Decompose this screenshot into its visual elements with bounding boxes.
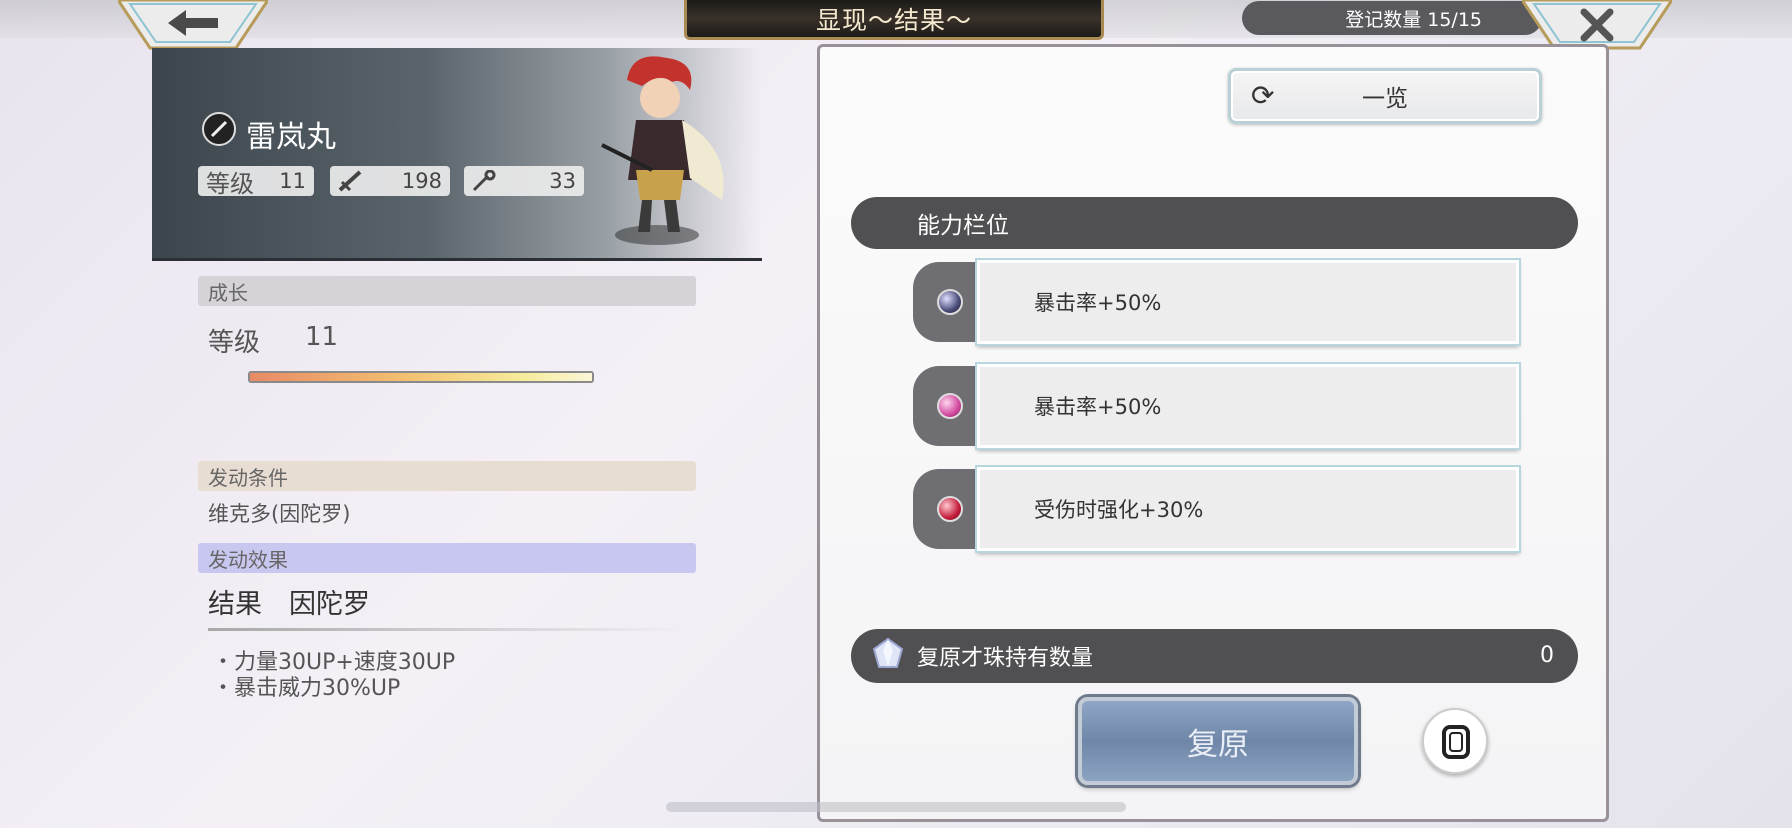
character-sprite (601, 56, 724, 245)
ability-slot-3[interactable]: 受伤时强化+30% (977, 467, 1519, 551)
ability-slot-tab-1[interactable] (913, 262, 983, 342)
katana-icon (202, 112, 236, 146)
ability-slot-1-text: 暴击率+50% (1034, 291, 1162, 315)
restore-gem-label: 复原才珠持有数量 (917, 646, 1094, 671)
arrow-left-icon (168, 10, 218, 36)
orb-icon (937, 496, 963, 522)
character-name: 雷岚丸 (246, 120, 336, 155)
growth-section-header: 成长 (198, 276, 696, 306)
home-indicator (666, 802, 1126, 812)
ability-slot-tab-3[interactable] (913, 469, 983, 549)
sword-icon (338, 170, 362, 192)
magic-stat: 33 (464, 166, 584, 196)
list-button-label: 一览 (1362, 86, 1408, 112)
restore-button-label: 复原 (1187, 726, 1249, 763)
ability-slot-tab-2[interactable] (913, 366, 983, 446)
growth-level-label: 等级 (208, 328, 261, 358)
level-progress-fill (250, 373, 592, 381)
ability-slot-2[interactable]: 暴击率+50% (977, 364, 1519, 448)
orb-icon (937, 289, 963, 315)
crystal-gem-icon (872, 637, 904, 668)
restore-button[interactable]: 复原 (1078, 697, 1358, 785)
back-button[interactable] (116, 0, 270, 50)
staff-icon (472, 170, 496, 192)
list-button[interactable]: ⟳ 一览 (1228, 68, 1542, 124)
restore-gem-bar: 复原才珠持有数量 0 (851, 629, 1578, 683)
register-count-badge: 登记数量 15/15 (1242, 1, 1542, 35)
growth-level-value: 11 (305, 322, 339, 352)
ability-section-label: 能力栏位 (917, 213, 1009, 239)
level-progress-bar (248, 371, 594, 383)
restore-gem-count: 0 (1540, 643, 1554, 668)
level-stat-label: 等级 (206, 169, 254, 198)
condition-text: 维克多(因陀罗) (208, 502, 351, 526)
effect-divider (208, 628, 684, 631)
round-button[interactable] (1422, 708, 1488, 774)
level-stat-value: 11 (279, 169, 306, 193)
effect-section-header: 发动效果 (198, 543, 696, 573)
effect-detail-2: ・暴击威力30%UP (212, 676, 401, 701)
close-button[interactable] (1520, 0, 1674, 50)
effect-title: 结果 因陀罗 (208, 589, 370, 620)
orb-icon (937, 393, 963, 419)
attack-stat: 198 (330, 166, 450, 196)
page-title: 显现～结果～ (684, 0, 1104, 40)
ability-slot-2-text: 暴击率+50% (1034, 395, 1162, 419)
attack-stat-value: 198 (401, 169, 442, 193)
ability-slot-1[interactable]: 暴击率+50% (977, 260, 1519, 344)
rounded-square-icon (1442, 725, 1470, 759)
condition-section-header: 发动条件 (198, 461, 696, 491)
ability-section-header: 能力栏位 (851, 197, 1578, 249)
level-stat: 等级 11 (198, 166, 314, 198)
ability-slot-3-text: 受伤时强化+30% (1034, 498, 1204, 522)
close-icon (1580, 8, 1614, 42)
register-count-label: 登记数量 15/15 (1345, 8, 1482, 31)
